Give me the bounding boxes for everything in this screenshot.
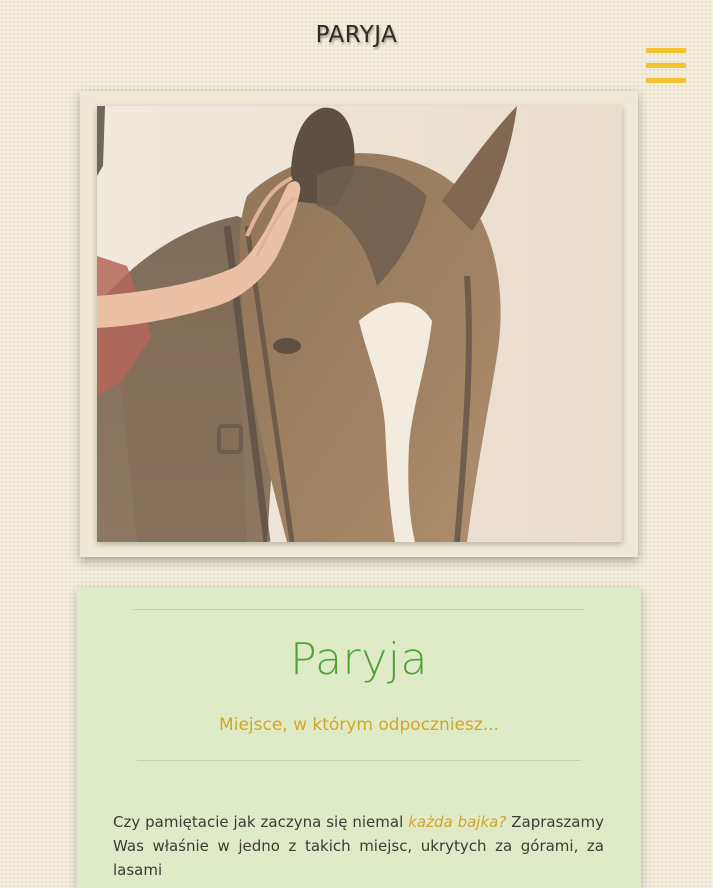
intro-text-highlight: każda bajka?: [408, 813, 507, 831]
intro-text-start: Czy pamiętacie jak zaczyna się niemal: [113, 813, 409, 831]
menu-bar: [646, 63, 686, 68]
hero-photo-frame: [80, 91, 638, 557]
intro-card: Paryja Miejsce, w którym odpoczniesz... …: [77, 588, 641, 888]
intro-title: Paryja: [290, 634, 428, 685]
intro-paragraph: Czy pamiętacie jak zaczyna się niemal ka…: [113, 810, 604, 882]
horse-photo: [97, 106, 622, 542]
hamburger-menu-icon[interactable]: [646, 48, 686, 84]
menu-bar: [646, 48, 686, 53]
intro-subtitle: Miejsce, w którym odpoczniesz...: [219, 715, 499, 735]
menu-bar: [646, 78, 686, 83]
site-title[interactable]: PARYJA: [0, 22, 713, 48]
divider: [133, 609, 585, 610]
divider: [137, 760, 581, 761]
